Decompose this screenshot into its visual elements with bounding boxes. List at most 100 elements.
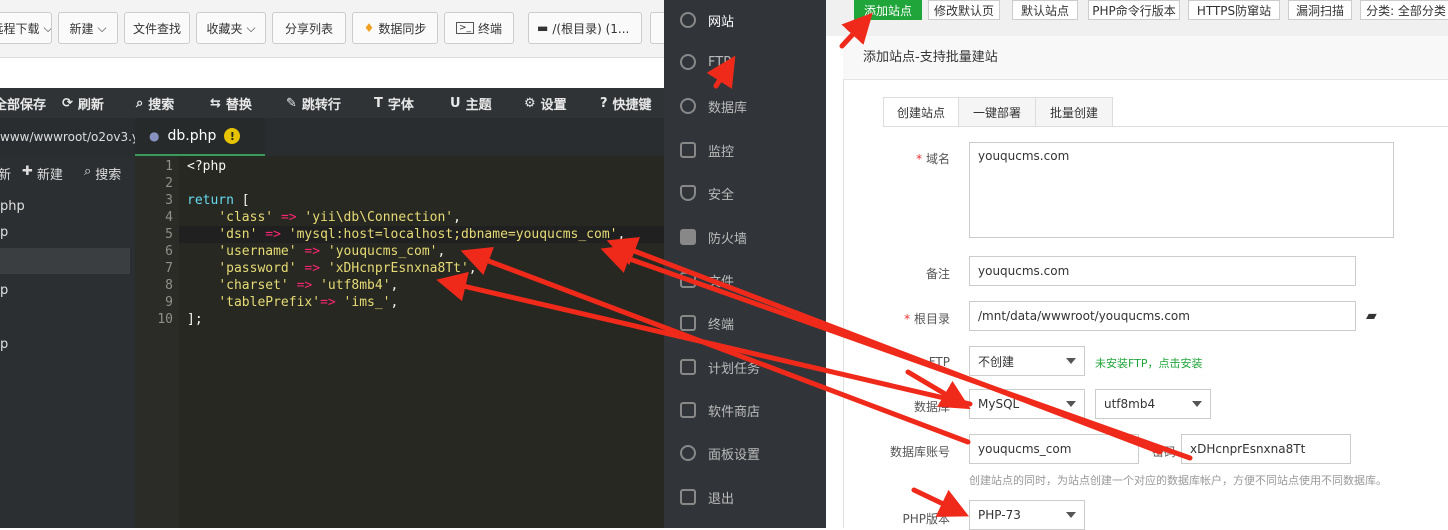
nav-item-panel-settings[interactable]: 面板设置 bbox=[664, 433, 826, 473]
ftp-install-link[interactable]: 未安装FTP，点击安装 bbox=[1095, 355, 1203, 371]
list-item[interactable]: php bbox=[0, 194, 135, 220]
tab-one-click-deploy[interactable]: 一键部署 bbox=[958, 97, 1036, 127]
folder-icon bbox=[680, 272, 696, 288]
https-anti-hijack-button[interactable]: HTTPS防窜站 bbox=[1188, 0, 1280, 20]
remote-download-button[interactable]: 远程下载⌵ bbox=[0, 12, 52, 44]
editor-toolbar: 全部保存 ⟳ 刷新 ⌕ 搜索 ⇆ 替换 ✎ 跳转行 T 字体 U 主题 ⚙ 设置 ? 快捷键 bbox=[0, 88, 664, 118]
nav-item-database[interactable]: 数据库 bbox=[664, 86, 826, 126]
nav-item-files[interactable]: 文件 bbox=[664, 260, 826, 300]
db-account-input[interactable]: youqucms_com bbox=[969, 434, 1139, 464]
list-item[interactable] bbox=[0, 306, 135, 332]
refresh-button[interactable]: ⟳ 刷新 bbox=[62, 88, 104, 118]
nav-item-security[interactable]: 安全 bbox=[664, 173, 826, 213]
unsaved-warning-icon: ! bbox=[224, 128, 241, 144]
chevron-down-icon: ⌵ bbox=[43, 20, 52, 35]
drive-icon: ▬ bbox=[537, 21, 549, 35]
line-number: 10 bbox=[157, 312, 173, 327]
edit-default-page-button[interactable]: 修改默认页 bbox=[928, 0, 1000, 20]
remark-input[interactable]: youqucms.com bbox=[969, 256, 1356, 286]
logout-icon bbox=[680, 489, 696, 505]
line-number: 7 bbox=[165, 261, 173, 276]
database-charset-select[interactable]: utf8mb4 bbox=[1095, 389, 1211, 419]
code-line: 'charset' => 'utf8mb4', bbox=[218, 278, 399, 293]
php-cli-version-button[interactable]: PHP命令行版本 bbox=[1088, 0, 1180, 20]
new-button[interactable]: 新建 ⌵ bbox=[58, 12, 118, 44]
database-icon bbox=[680, 98, 696, 114]
shortcuts-button[interactable]: ? 快捷键 bbox=[600, 88, 652, 118]
code-editor[interactable]: 1 2 3 4 5 6 7 8 9 10 <?php return [ 'class' => 'yi… bbox=[135, 156, 664, 528]
nav-item-cron[interactable]: 计划任务 bbox=[664, 347, 826, 387]
dialog-title: 添加站点-支持批量建站 bbox=[843, 36, 1448, 80]
root-dir-input[interactable]: /mnt/data/wwwroot/youqucms.com bbox=[969, 301, 1356, 331]
data-sync-button[interactable]: ♦ 数据同步 bbox=[352, 12, 438, 44]
replace-button[interactable]: ⇆ 替换 bbox=[210, 88, 252, 118]
tab-batch-create[interactable]: 批量创建 bbox=[1035, 97, 1113, 127]
file-tree-search-button[interactable]: ⌕ 搜索 bbox=[84, 164, 121, 183]
category-filter-select[interactable]: 分类: 全部分类 bbox=[1360, 0, 1448, 20]
replace-icon: ⇆ bbox=[210, 95, 221, 111]
line-number: 3 bbox=[165, 193, 173, 208]
refresh-icon: ⟳ bbox=[62, 95, 73, 111]
nav-item-app-store[interactable]: 软件商店 bbox=[664, 390, 826, 430]
nav-item-monitor[interactable]: 监控 bbox=[664, 130, 826, 170]
db-password-input[interactable]: xDHcnprEsnxna8Tt bbox=[1181, 434, 1351, 464]
pin-icon: ✎ bbox=[286, 95, 297, 111]
chevron-down-icon bbox=[1066, 358, 1076, 364]
terminal-icon bbox=[680, 315, 696, 331]
goto-line-button[interactable]: ✎ 跳转行 bbox=[286, 88, 341, 118]
save-all-button[interactable]: 全部保存 bbox=[0, 88, 46, 118]
nav-item-firewall[interactable]: 防火墙 bbox=[664, 217, 826, 257]
add-site-button[interactable]: 添加站点 bbox=[854, 0, 922, 20]
tab-create-site[interactable]: 创建站点 bbox=[883, 97, 959, 127]
help-icon: ? bbox=[600, 95, 608, 111]
nav-item-website[interactable]: 网站 bbox=[664, 0, 826, 40]
nav-item-terminal[interactable]: 终端 bbox=[664, 303, 826, 343]
share-list-button[interactable]: 分享列表 bbox=[272, 12, 346, 44]
default-site-button[interactable]: 默认站点 bbox=[1012, 0, 1078, 20]
list-item[interactable]: p bbox=[0, 332, 135, 358]
file-tree-new-button[interactable]: ✚ 新建 bbox=[22, 164, 63, 183]
file-manager-toolbar: 远程下载⌵ 新建⌵ 文件查找 收藏夹⌵ 分享列表 ♦数据同步 >_终端 ▬/(根… bbox=[0, 0, 680, 58]
database-type-select[interactable]: MySQL bbox=[969, 389, 1085, 419]
database-label: 数据库 bbox=[913, 400, 950, 414]
line-number: 4 bbox=[165, 210, 173, 225]
editor-tab-db-php[interactable]: ● db.php ! bbox=[135, 118, 265, 156]
vuln-scan-button[interactable]: 漏洞扫描 bbox=[1288, 0, 1352, 20]
line-gutter: 1 2 3 4 5 6 7 8 9 10 bbox=[135, 156, 179, 528]
code-line: 'username' => 'youqucms_com', bbox=[218, 244, 446, 259]
code-line: ]; bbox=[187, 312, 203, 327]
folder-open-icon[interactable]: ▰ bbox=[1366, 308, 1382, 324]
php-elephant-icon: ● bbox=[149, 129, 160, 143]
nav-item-logout[interactable]: 退出 bbox=[664, 477, 826, 517]
list-item[interactable]: p bbox=[0, 220, 135, 246]
plus-icon: ✚ bbox=[22, 164, 33, 179]
font-button[interactable]: T 字体 bbox=[374, 88, 414, 118]
php-version-select[interactable]: PHP-73 bbox=[969, 500, 1085, 530]
gear-icon bbox=[680, 445, 696, 461]
chevron-down-icon bbox=[1066, 401, 1076, 407]
line-number: 8 bbox=[165, 278, 173, 293]
list-item[interactable]: p bbox=[0, 278, 135, 304]
file-tree-partial: 新 bbox=[0, 168, 12, 183]
search-button[interactable]: ⌕ 搜索 bbox=[136, 88, 174, 118]
shield-icon bbox=[680, 185, 696, 201]
site-toolbar: 添加站点 修改默认页 默认站点 PHP命令行版本 HTTPS防窜站 漏洞扫描 分… bbox=[826, 0, 1448, 36]
db-hint-text: 创建站点的同时，为站点创建一个对应的数据库帐户，方便不同站点使用不同数据库。 bbox=[969, 474, 1387, 487]
gear-icon: ⚙ bbox=[524, 95, 536, 111]
calendar-icon bbox=[680, 359, 696, 375]
db-password-label: 密码 bbox=[1151, 445, 1176, 459]
ftp-select[interactable]: 不创建 bbox=[969, 346, 1085, 376]
font-icon: T bbox=[374, 95, 383, 111]
settings-button[interactable]: ⚙ 设置 bbox=[524, 88, 567, 118]
path-breadcrumb[interactable]: ▬/(根目录) (1... bbox=[528, 12, 642, 44]
theme-button[interactable]: U 主题 bbox=[450, 88, 492, 118]
nav-item-ftp[interactable]: FTP bbox=[664, 42, 826, 82]
file-search-button[interactable]: 文件查找 bbox=[124, 12, 190, 44]
list-item-selected[interactable] bbox=[0, 248, 130, 274]
favorites-button[interactable]: 收藏夹 ⌵ bbox=[196, 12, 266, 44]
terminal-button[interactable]: >_ 终端 bbox=[444, 12, 514, 44]
magnet-icon: U bbox=[450, 95, 461, 111]
code-line: return [ bbox=[187, 193, 250, 208]
code-line: 'class' => 'yii\db\Connection', bbox=[218, 210, 461, 225]
domain-textarea[interactable]: youqucms.com bbox=[969, 142, 1394, 238]
